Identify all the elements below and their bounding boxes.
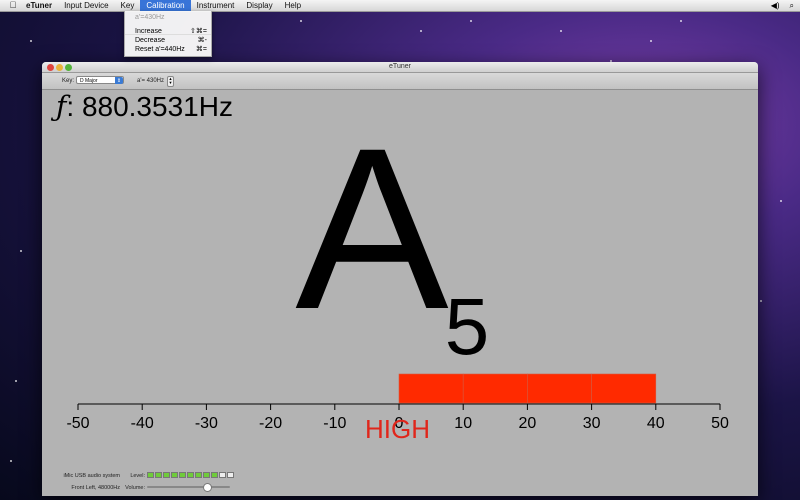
meter-tick-label: 40	[647, 415, 665, 432]
menu-item-reset[interactable]: Reset a'=440Hz ⌘=	[135, 45, 207, 54]
menu-instrument[interactable]: Instrument	[191, 0, 241, 11]
star	[15, 380, 17, 382]
calibration-current: a'=430Hz	[135, 14, 165, 21]
level-segment	[195, 472, 202, 478]
meter-tick-label: -20	[259, 415, 282, 432]
calibration-menu: a'=430Hz Increase ⇧⌘= Decrease ⌘- Reset a'…	[124, 11, 212, 57]
star	[30, 40, 32, 42]
menu-key[interactable]: Key	[115, 0, 141, 11]
calibration-stepper[interactable]: ▲ ▼	[167, 76, 174, 87]
select-arrows-icon: ⇕	[115, 77, 123, 84]
star	[470, 20, 472, 22]
frequency-symbol: ƒ	[56, 90, 67, 123]
menu-item-decrease[interactable]: Decrease ⌘-	[135, 36, 207, 45]
menu-help[interactable]: Help	[279, 0, 307, 11]
menu-input-device[interactable]: Input Device	[58, 0, 114, 11]
frequency-value: 880.3531Hz	[81, 91, 233, 122]
spotlight-icon[interactable]: ⌕	[790, 0, 794, 11]
level-segment	[171, 472, 178, 478]
level-label: Level:	[130, 473, 145, 479]
title-bar: eTuner	[42, 62, 758, 73]
star	[10, 460, 12, 462]
frequency-readout: ƒ: 880.3531Hz	[56, 90, 233, 123]
apple-icon[interactable]: 	[6, 0, 20, 11]
meter-tick-label: -10	[323, 415, 346, 432]
menu-calibration[interactable]: Calibration	[140, 0, 191, 11]
meter-tick-label: -30	[195, 415, 218, 432]
meter-tick-label: -50	[66, 415, 89, 432]
level-segment	[187, 472, 194, 478]
star	[650, 40, 652, 42]
level-segment	[179, 472, 186, 478]
menu-app-name[interactable]: eTuner	[20, 0, 58, 11]
level-segment	[147, 472, 154, 478]
level-segment	[203, 472, 210, 478]
star	[20, 250, 22, 252]
star	[420, 30, 422, 32]
meter-tick-label: 20	[519, 415, 537, 432]
window-title: eTuner	[389, 63, 411, 70]
menu-display[interactable]: Display	[240, 0, 278, 11]
toolbar: Key: D Major ⇕ a'= 430Hz ▲ ▼	[42, 73, 758, 90]
deviation-bar-segment	[398, 373, 464, 404]
etuner-window: eTuner Key: D Major ⇕ a'= 430Hz ▲ ▼ ƒ: 88…	[42, 62, 758, 496]
key-label: Key:	[62, 78, 75, 84]
level-meter	[147, 472, 234, 478]
deviation-bar-segment	[527, 373, 592, 404]
meter-tick-label: 10	[454, 415, 472, 432]
star	[680, 20, 682, 22]
volume-label: Volume:	[125, 485, 145, 491]
star	[300, 20, 302, 22]
level-segment	[219, 472, 226, 478]
key-select-value: D Major	[80, 78, 98, 84]
volume-slider-knob[interactable]	[202, 483, 212, 492]
deviation-bar-segment	[462, 373, 528, 404]
deviation-bar-segment	[591, 373, 657, 404]
level-segment	[163, 472, 170, 478]
star	[560, 30, 562, 32]
tuning-status: HIGH	[365, 414, 430, 444]
meter-tick-label: 30	[583, 415, 601, 432]
note-octave: 5	[444, 282, 490, 371]
device-channel: Front Left, 48000Hz	[71, 485, 120, 491]
level-segment	[155, 472, 162, 478]
note-letter: A	[295, 100, 449, 357]
star	[780, 200, 782, 202]
menu-item-increase[interactable]: Increase ⇧⌘=	[135, 27, 207, 36]
level-segment	[227, 472, 234, 478]
volume-slider[interactable]	[147, 483, 230, 492]
meter-tick-label: 50	[711, 415, 729, 432]
volume-icon[interactable]: ◀)	[771, 0, 780, 11]
star	[760, 300, 762, 302]
device-name: iMic USB audio system	[63, 473, 120, 479]
status-bar: iMic USB audio system Front Left, 48000H…	[42, 464, 758, 496]
menu-bar:  eTuner Input Device Key Calibration In…	[0, 0, 800, 12]
meter-tick-label: -40	[131, 415, 154, 432]
level-segment	[211, 472, 218, 478]
key-select[interactable]: D Major ⇕	[76, 76, 124, 84]
calibration-value: a'= 430Hz	[137, 78, 164, 84]
